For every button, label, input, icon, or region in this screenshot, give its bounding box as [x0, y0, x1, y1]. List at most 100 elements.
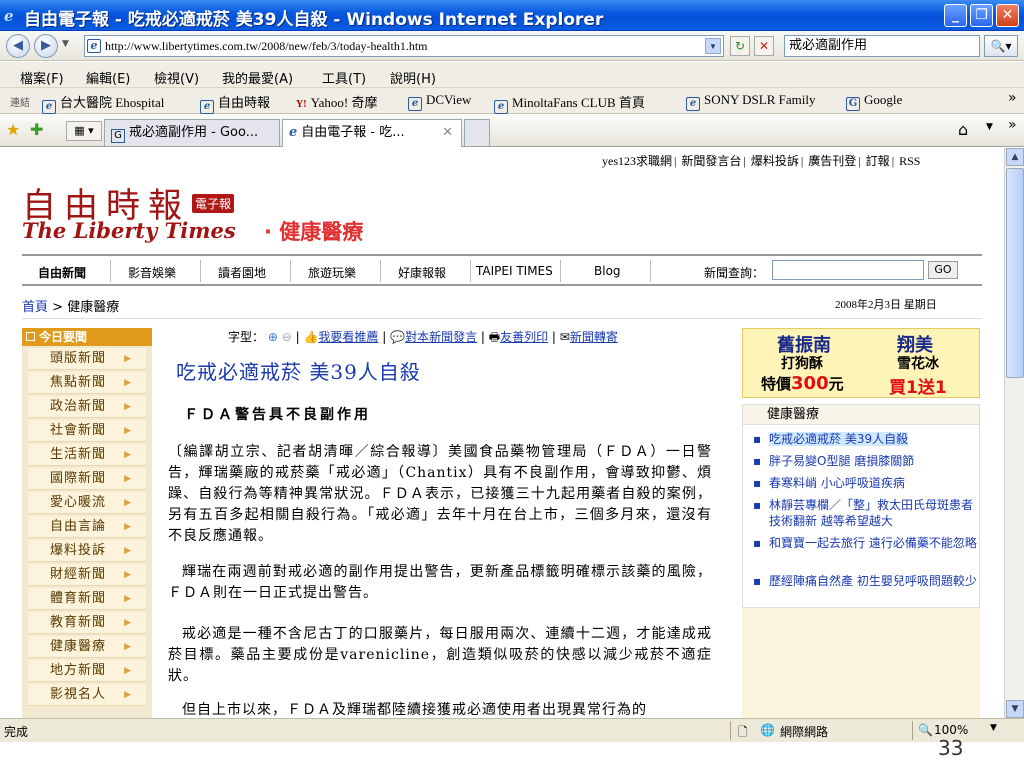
- related-item[interactable]: ▪ 胖子易變O型腿 磨損膝關節: [753, 453, 979, 469]
- related-item[interactable]: ▪ 春寒料峭 小心呼吸道疾病: [753, 475, 979, 491]
- nav-item[interactable]: 旅遊玩樂: [308, 264, 356, 281]
- links-overflow-icon[interactable]: »: [1008, 90, 1017, 106]
- home-dropdown-icon[interactable]: ▼: [986, 122, 993, 132]
- sidebar-item[interactable]: 政治新聞 ▶: [28, 396, 146, 418]
- sidebar-item[interactable]: 教育新聞 ▶: [28, 612, 146, 634]
- forward-button[interactable]: ▶: [34, 34, 58, 58]
- tab-google[interactable]: G 戒必適副作用 - Goo...: [104, 119, 280, 146]
- nav-item[interactable]: Blog: [594, 264, 621, 278]
- scroll-thumb[interactable]: [1006, 168, 1024, 378]
- history-dropdown-icon[interactable]: ▼: [62, 39, 69, 49]
- yahoo-icon: Y!: [296, 99, 307, 110]
- search-input[interactable]: 戒必適副作用: [784, 35, 980, 57]
- related-item[interactable]: ▪ 和寶寶一起去旅行 遠行必備藥不能忽略: [753, 535, 979, 551]
- go-button[interactable]: GO: [928, 261, 958, 279]
- nav-item[interactable]: 好康報報: [398, 264, 446, 281]
- sidebar-item[interactable]: 社會新聞 ▶: [28, 420, 146, 442]
- menu-edit[interactable]: 編輯(E): [86, 68, 130, 87]
- back-button[interactable]: ◀: [6, 34, 30, 58]
- minimize-button[interactable]: _: [944, 4, 967, 27]
- link-ntuh[interactable]: e 台大醫院 Ehospital: [42, 92, 164, 114]
- forward-link[interactable]: 新聞轉寄: [570, 330, 618, 344]
- print-icon: 🖶: [488, 330, 501, 344]
- tab-liberty[interactable]: e 自由電子報 - 吃... ✕: [282, 119, 462, 147]
- news-search-label: 新聞查詢：: [704, 266, 765, 280]
- related-item[interactable]: ▪ 吃戒必適戒菸 美39人自殺: [753, 431, 979, 447]
- menu-file[interactable]: 檔案(F): [20, 68, 64, 87]
- sidebar-item[interactable]: 自由言論 ▶: [28, 516, 146, 538]
- menu-tools[interactable]: 工具(T): [322, 68, 366, 87]
- zone-text: 網際網路: [780, 725, 829, 739]
- search-button[interactable]: 🔍▾: [984, 35, 1018, 57]
- refresh-icon[interactable]: ↻: [730, 36, 750, 56]
- scroll-down-icon[interactable]: ▼: [1006, 700, 1024, 718]
- top-link[interactable]: 廣告刊登: [808, 154, 856, 168]
- menu-help[interactable]: 說明(H): [390, 68, 436, 87]
- nav-item[interactable]: 讀者園地: [218, 264, 266, 281]
- menu-favorites[interactable]: 我的最愛(A): [222, 68, 293, 87]
- quick-tabs-button[interactable]: ▦ ▾: [66, 121, 102, 141]
- site-logo-en: The Liberty Times: [22, 218, 236, 243]
- favorites-star-icon[interactable]: ★: [6, 120, 20, 139]
- menu-view[interactable]: 檢視(V): [154, 68, 199, 87]
- sidebar-item[interactable]: 愛心暖流 ▶: [28, 492, 146, 514]
- related-item[interactable]: ▪ 林靜芸專欄／「整」救太田氏母斑患者 技術翻新 越等希望越大: [753, 497, 979, 529]
- vertical-scrollbar[interactable]: ▲ ▼: [1004, 148, 1024, 718]
- sidebar-item[interactable]: 體育新聞 ▶: [28, 588, 146, 610]
- close-button[interactable]: ✕: [996, 4, 1019, 27]
- page-icon: e: [87, 39, 101, 53]
- sidebar-item[interactable]: 生活新聞 ▶: [28, 444, 146, 466]
- zoom-icon[interactable]: 🔍: [918, 723, 933, 737]
- nav-item[interactable]: 影音娛樂: [128, 264, 176, 281]
- sidebar-item[interactable]: 地方新聞 ▶: [28, 660, 146, 682]
- add-favorite-icon[interactable]: ✚: [30, 120, 43, 139]
- links-bar: 連結 e 台大醫院 Ehospital e 自由時報 Y! Yahoo! 奇摩 e DC…: [0, 88, 1024, 114]
- font-increase-icon[interactable]: ⊕: [268, 330, 278, 344]
- right-column-bg: [742, 608, 980, 718]
- address-bar[interactable]: e http://www.libertytimes.com.tw/2008/ne…: [84, 35, 724, 57]
- title-bar: e 自由電子報 - 吃戒必適戒菸 美39人自殺 - Windows Intern…: [0, 0, 1024, 31]
- recommend-link[interactable]: 我要看推薦: [318, 330, 378, 344]
- zoom-dropdown-icon[interactable]: ▼: [990, 723, 997, 733]
- ad-item-1: 打狗酥: [781, 356, 823, 372]
- sidebar-item[interactable]: 健康醫療 ▶: [28, 636, 146, 658]
- ad-banner[interactable]: 舊振南 打狗酥 特價300元 翔美 雪花冰 買1送1: [742, 328, 980, 398]
- font-decrease-icon[interactable]: ⊖: [282, 330, 292, 344]
- sidebar-item[interactable]: 影視名人 ▶: [28, 684, 146, 706]
- link-dcview[interactable]: e DCView: [408, 92, 471, 111]
- top-link[interactable]: yes123求職網: [602, 154, 672, 168]
- top-link[interactable]: 新聞發言台: [681, 154, 741, 168]
- web-page: yes123求職網 | 新聞發言台 | 爆料投訴 | 廣告刊登 | 訂報 | RSS 自由…: [0, 148, 1004, 718]
- recommend-icon: 👍: [303, 330, 319, 344]
- link-minoltafans[interactable]: e MinoltaFans CLUB 首頁: [494, 92, 645, 114]
- nav-item[interactable]: 自由新聞: [38, 264, 86, 281]
- article-subhead: ＦＤＡ警告具不良副作用: [184, 407, 371, 423]
- address-dropdown-icon[interactable]: ▼: [705, 38, 721, 54]
- zoom-level[interactable]: 100%: [934, 723, 968, 737]
- breadcrumb-home[interactable]: 首頁: [22, 300, 48, 315]
- link-google[interactable]: G Google: [846, 92, 902, 111]
- nav-item[interactable]: TAIPEI TIMES: [476, 264, 553, 278]
- sidebar-item[interactable]: 爆料投訴 ▶: [28, 540, 146, 562]
- toolbar-overflow-icon[interactable]: »: [1008, 117, 1017, 133]
- print-link[interactable]: 友善列印: [500, 330, 548, 344]
- sidebar-item[interactable]: 頭版新聞 ▶: [28, 348, 146, 370]
- top-link[interactable]: 訂報: [866, 154, 890, 168]
- top-link[interactable]: 爆料投訴: [751, 154, 799, 168]
- related-item[interactable]: ▪ 歷經陣痛自然產 初生嬰兒呼吸問題較少: [753, 573, 979, 589]
- sidebar-item[interactable]: 焦點新聞 ▶: [28, 372, 146, 394]
- comment-link[interactable]: 對本新聞發言: [405, 330, 477, 344]
- restore-button[interactable]: ❐: [970, 4, 993, 27]
- close-tab-icon[interactable]: ✕: [442, 120, 453, 145]
- link-libertytimes[interactable]: e 自由時報: [200, 92, 270, 114]
- sidebar-item[interactable]: 國際新聞 ▶: [28, 468, 146, 490]
- top-link[interactable]: RSS: [899, 154, 920, 168]
- news-search-input[interactable]: [772, 260, 924, 280]
- new-tab-button[interactable]: [464, 119, 490, 146]
- scroll-up-icon[interactable]: ▲: [1006, 148, 1024, 166]
- home-icon[interactable]: ⌂: [958, 120, 968, 139]
- link-sony[interactable]: e SONY DSLR Family: [686, 92, 815, 111]
- stop-icon[interactable]: ✕: [754, 36, 774, 56]
- link-yahoo[interactable]: Y! Yahoo! 奇摩: [296, 92, 378, 111]
- sidebar-item[interactable]: 財經新聞 ▶: [28, 564, 146, 586]
